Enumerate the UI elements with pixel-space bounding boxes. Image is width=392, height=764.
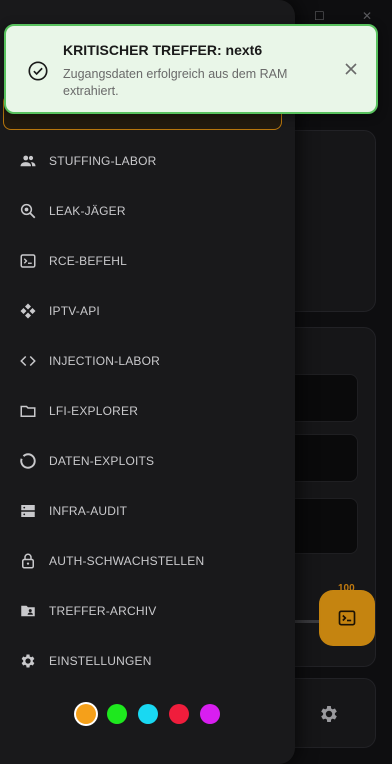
gear-icon[interactable] xyxy=(318,703,340,725)
nav-item-stuffing-labor[interactable]: STUFFING-LABOR xyxy=(0,139,295,183)
people-icon xyxy=(19,152,37,170)
navigation-drawer: STUFFING-LABOR LEAK-JÄGER RCE-BEFEHL IPT… xyxy=(0,0,295,764)
nav-item-label: STUFFING-LABOR xyxy=(49,154,157,168)
nav-item-label: RCE-BEFEHL xyxy=(49,254,128,268)
terminal-icon xyxy=(19,252,37,270)
server-icon xyxy=(19,502,37,520)
nav-item-label: TREFFER-ARCHIV xyxy=(49,604,157,618)
terminal-fab-button[interactable] xyxy=(319,590,375,646)
nav-item-label: INFRA-AUDIT xyxy=(49,504,128,518)
nav-item-leak-jaeger[interactable]: LEAK-JÄGER xyxy=(0,189,295,233)
nav-item-infra-audit[interactable]: INFRA-AUDIT xyxy=(0,489,295,533)
nav-item-treffer-archiv[interactable]: TREFFER-ARCHIV xyxy=(0,589,295,633)
lock-icon xyxy=(19,552,37,570)
maximize-icon[interactable]: ☐ xyxy=(314,10,326,22)
terminal-icon xyxy=(338,610,356,626)
nav-item-iptv-api[interactable]: IPTV-API xyxy=(0,289,295,333)
nav-item-label: DATEN-EXPLOITS xyxy=(49,454,155,468)
nav-item-daten-exploits[interactable]: DATEN-EXPLOITS xyxy=(0,439,295,483)
search-scan-icon xyxy=(19,202,37,220)
code-icon xyxy=(19,352,37,370)
nav-item-label: IPTV-API xyxy=(49,304,100,318)
nav-item-einstellungen[interactable]: EINSTELLUNGEN xyxy=(0,639,295,683)
nav-item-lfi-explorer[interactable]: LFI-EXPLORER xyxy=(0,389,295,433)
theme-swatch-green[interactable] xyxy=(107,704,127,724)
api-icon xyxy=(19,302,37,320)
nav-item-label: EINSTELLUNGEN xyxy=(49,654,152,668)
nav-item-injection-labor[interactable]: INJECTION-LABOR xyxy=(0,339,295,383)
close-icon[interactable] xyxy=(343,61,359,77)
close-window-icon[interactable]: ✕ xyxy=(362,10,374,22)
nav-item-label: LFI-EXPLORER xyxy=(49,404,139,418)
theme-swatch-cyan[interactable] xyxy=(138,704,158,724)
folder-icon xyxy=(19,402,37,420)
theme-swatch-orange[interactable] xyxy=(76,704,96,724)
nav-item-rce-befehl[interactable]: RCE-BEFEHL xyxy=(0,239,295,283)
spinner-icon xyxy=(19,452,37,470)
gear-icon xyxy=(19,652,37,670)
nav-item-label: INJECTION-LABOR xyxy=(49,354,161,368)
folder-user-icon xyxy=(19,602,37,620)
nav-item-auth-schwachstellen[interactable]: AUTH-SCHWACHSTELLEN xyxy=(0,539,295,583)
toast-title: KRITISCHER TREFFER: next6 xyxy=(63,42,263,58)
nav-item-label: LEAK-JÄGER xyxy=(49,204,126,218)
toast-message: Zugangsdaten erfolgreich aus dem RAM ext… xyxy=(63,67,288,98)
check-circle-icon xyxy=(28,61,48,81)
theme-swatch-purple[interactable] xyxy=(200,704,220,724)
theme-swatch-red[interactable] xyxy=(169,704,189,724)
success-toast: KRITISCHER TREFFER: next6 Zugangsdaten e… xyxy=(4,24,378,114)
theme-color-picker xyxy=(76,704,220,724)
nav-item-label: AUTH-SCHWACHSTELLEN xyxy=(49,554,205,568)
